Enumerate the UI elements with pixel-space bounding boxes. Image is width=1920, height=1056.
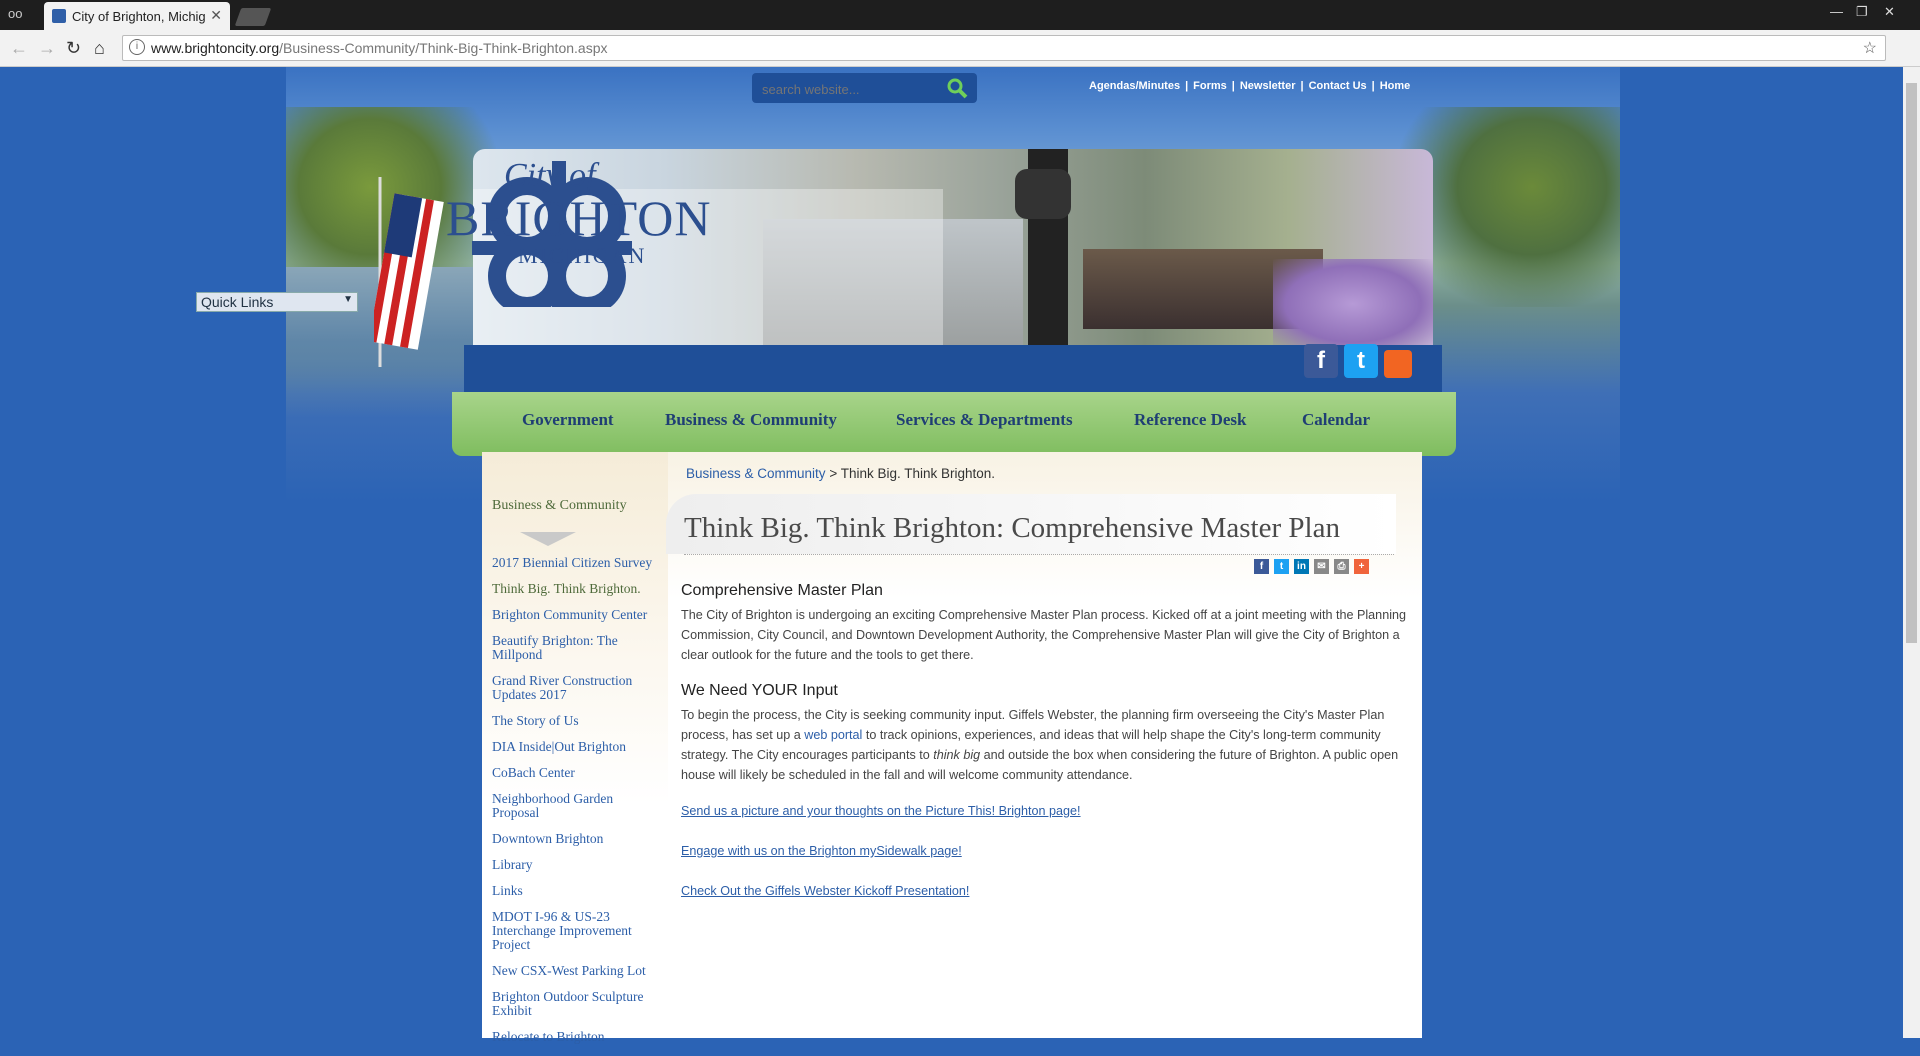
url-text: www.brightoncity.org/Business-Community/…: [151, 40, 608, 56]
back-icon[interactable]: ←: [10, 38, 28, 59]
facebook-icon[interactable]: f: [1304, 344, 1338, 378]
share-linkedin-icon[interactable]: in: [1294, 559, 1309, 574]
sidebar-item[interactable]: Brighton Community Center: [492, 608, 662, 622]
sidebar-item[interactable]: Links: [492, 884, 662, 898]
tab-title: City of Brighton, Michig: [72, 9, 206, 24]
share-facebook-icon[interactable]: f: [1254, 559, 1269, 574]
web-portal-link[interactable]: web portal: [804, 728, 862, 742]
banner-clock: [1015, 169, 1071, 219]
share-twitter-icon[interactable]: t: [1274, 559, 1289, 574]
page-title: Think Big. Think Brighton: Comprehensive…: [684, 512, 1340, 544]
sidebar-item[interactable]: Brighton Outdoor Sculpture Exhibit: [492, 990, 662, 1018]
home-icon[interactable]: ⌂: [94, 38, 105, 59]
sidebar-section-title: Business & Community: [492, 498, 627, 513]
address-bar[interactable]: i www.brightoncity.org/Business-Communit…: [122, 35, 1886, 61]
favicon-icon: [52, 9, 66, 23]
search-icon[interactable]: [945, 76, 969, 100]
heading-input: We Need YOUR Input: [681, 682, 838, 699]
new-tab-button[interactable]: [234, 8, 272, 26]
browser-toolbar: ← → ↻ ⌂ i www.brightoncity.org/Business-…: [0, 30, 1920, 85]
search-input[interactable]: [760, 78, 944, 100]
share-email-icon[interactable]: ✉: [1314, 559, 1329, 574]
title-divider: [684, 554, 1394, 555]
scrollbar-thumb[interactable]: [1906, 83, 1917, 643]
share-more-icon[interactable]: +: [1354, 559, 1369, 574]
banner-flowers: [1273, 259, 1433, 349]
breadcrumb-current: Think Big. Think Brighton.: [840, 466, 996, 481]
mysidewalk-link[interactable]: Engage with us on the Brighton mySidewal…: [681, 844, 962, 858]
logo-michigan: MICHIGAN: [518, 243, 647, 268]
breadcrumb-parent[interactable]: Business & Community: [686, 466, 826, 481]
sidebar-item[interactable]: Beautify Brighton: The Millpond: [492, 634, 662, 662]
sidebar-item[interactable]: MDOT I-96 & US-23 Interchange Improvemen…: [492, 910, 662, 952]
reload-icon[interactable]: ↻: [66, 38, 81, 59]
down-arrow-icon: [520, 532, 576, 546]
info-icon[interactable]: i: [129, 39, 145, 55]
sidebar-list: 2017 Biennial Citizen Survey Think Big. …: [492, 556, 662, 1056]
sidebar-item[interactable]: Grand River Construction Updates 2017: [492, 674, 662, 702]
restore-icon[interactable]: ❐: [1856, 4, 1868, 20]
sidebar-item[interactable]: The Story of Us: [492, 714, 662, 728]
minimize-icon[interactable]: —: [1830, 4, 1843, 19]
utility-links: Agendas/Minutes | Forms | Newsletter | Contact…: [1089, 80, 1411, 92]
browser-tab-bar: oo City of Brighton, Michig ✕ — ❐ ✕: [0, 0, 1920, 30]
share-print-icon[interactable]: ⎙: [1334, 559, 1349, 574]
link-agendas[interactable]: Agendas/Minutes: [1089, 80, 1180, 92]
browser-tab[interactable]: City of Brighton, Michig ✕: [44, 2, 230, 30]
paragraph-input: To begin the process, the City is seekin…: [681, 707, 1399, 782]
sidebar-item-active[interactable]: Think Big. Think Brighton.: [492, 582, 662, 596]
sidebar-item[interactable]: CoBach Center: [492, 766, 662, 780]
sidebar-item[interactable]: 2017 Biennial Citizen Survey: [492, 556, 662, 570]
picture-this-link[interactable]: Send us a picture and your thoughts on t…: [681, 804, 1081, 818]
nav-calendar[interactable]: Calendar: [1302, 410, 1370, 430]
sidebar-item[interactable]: Relocate to Brighton: [492, 1030, 662, 1044]
sidebar-item[interactable]: Neighborhood Garden Proposal: [492, 792, 662, 820]
main-nav: Government Business & Community Services…: [452, 392, 1456, 456]
share-bar: f t in ✉ ⎙ +: [1254, 556, 1374, 574]
sidebar-item[interactable]: DIA Inside|Out Brighton: [492, 740, 662, 754]
quick-links-select[interactable]: Quick Links ▼: [196, 292, 358, 312]
forward-icon[interactable]: →: [38, 38, 56, 59]
kickoff-presentation-link[interactable]: Check Out the Giffels Webster Kickoff Pr…: [681, 884, 969, 898]
header-photo-right: [1400, 107, 1620, 307]
browser-menu-icon[interactable]: oo: [8, 6, 22, 21]
breadcrumb: Business & Community > Think Big. Think …: [686, 466, 995, 481]
rss-icon[interactable]: [1384, 350, 1412, 378]
nav-business-community[interactable]: Business & Community: [665, 410, 837, 430]
logo-brighton: BRIGHTON: [446, 190, 712, 246]
link-contact[interactable]: Contact Us: [1309, 80, 1367, 92]
sidebar-item[interactable]: Library: [492, 858, 662, 872]
sidebar: Business & Community 2017 Biennial Citiz…: [482, 452, 668, 1044]
sidebar-item[interactable]: Downtown Brighton: [492, 832, 662, 846]
nav-reference-desk[interactable]: Reference Desk: [1134, 410, 1247, 430]
link-forms[interactable]: Forms: [1193, 80, 1227, 92]
bookmark-star-icon[interactable]: ☆: [1863, 38, 1877, 58]
chevron-down-icon: ▼: [343, 294, 353, 305]
link-newsletter[interactable]: Newsletter: [1240, 80, 1296, 92]
nav-government[interactable]: Government: [522, 410, 614, 430]
site-search: [752, 73, 977, 103]
close-window-icon[interactable]: ✕: [1884, 4, 1895, 20]
twitter-icon[interactable]: t: [1344, 344, 1378, 378]
breadcrumb-separator: >: [829, 466, 838, 481]
sidebar-item[interactable]: New CSX-West Parking Lot: [492, 964, 662, 978]
paragraph-intro: The City of Brighton is undergoing an ex…: [681, 607, 1407, 662]
link-home[interactable]: Home: [1380, 80, 1411, 92]
close-tab-icon[interactable]: ✕: [210, 7, 222, 24]
quick-links-label: Quick Links: [201, 294, 274, 310]
nav-services-departments[interactable]: Services & Departments: [896, 410, 1073, 430]
page-scrollbar[interactable]: [1903, 67, 1920, 1038]
heading-master-plan: Comprehensive Master Plan: [681, 582, 883, 599]
american-flag-image: [374, 177, 444, 367]
